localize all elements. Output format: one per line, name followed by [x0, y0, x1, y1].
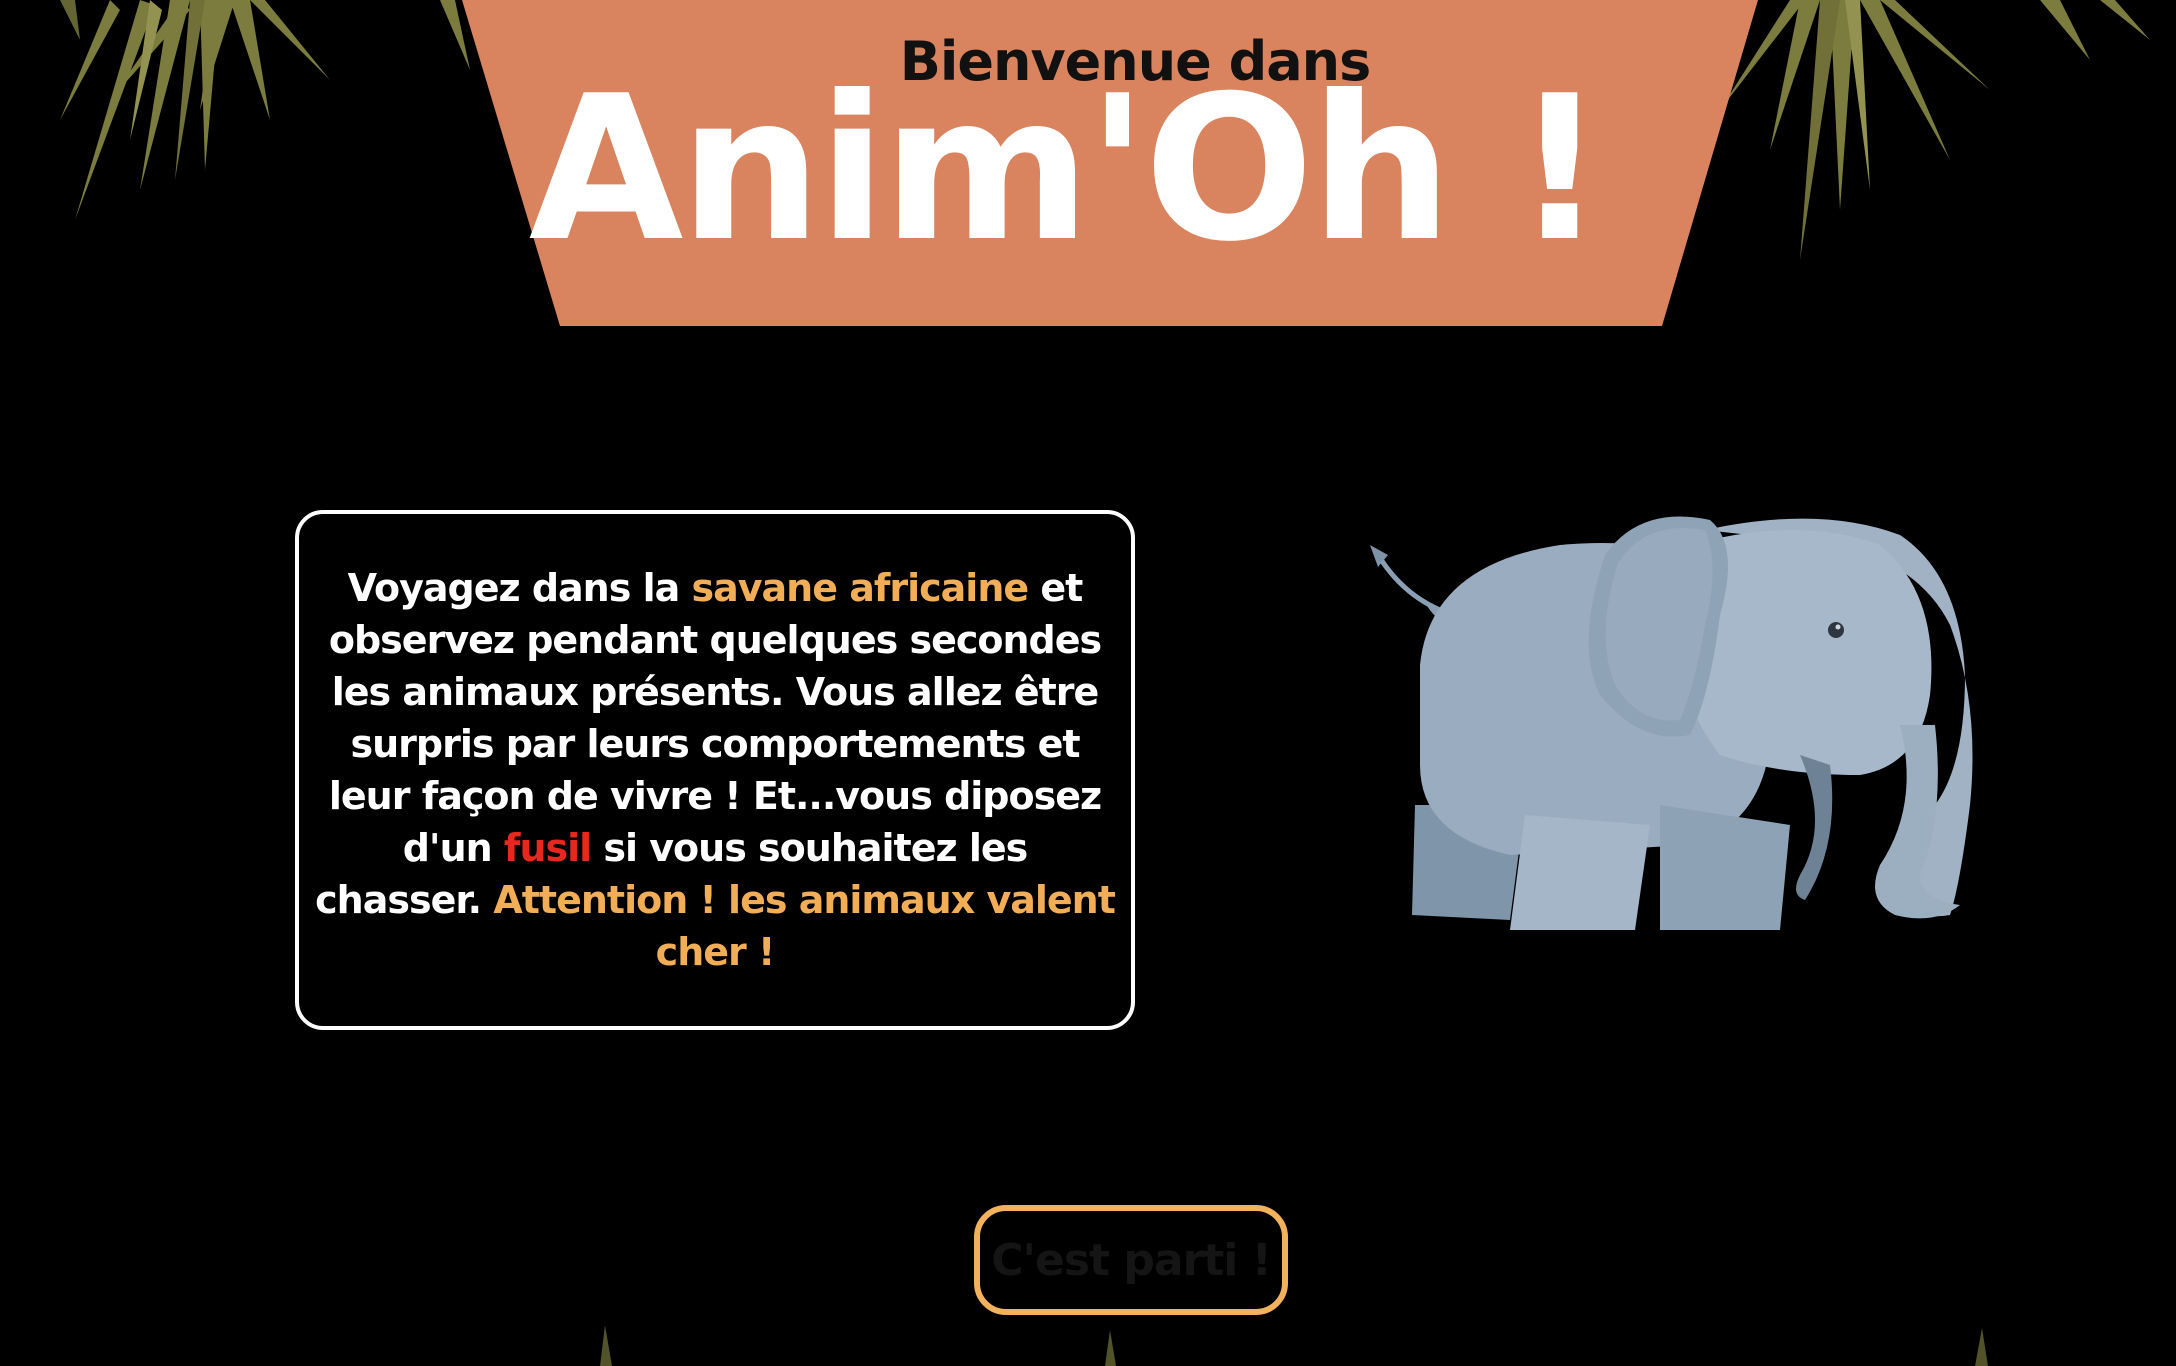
- savane-highlight: savane africaine: [691, 566, 1029, 610]
- elephant-icon[interactable]: [1360, 505, 1980, 935]
- intro-text-part1: Voyagez dans la: [347, 566, 692, 610]
- fusil-highlight: fusil: [503, 826, 592, 870]
- intro-box: Voyagez dans la savane africaine et obse…: [295, 510, 1135, 1030]
- title-banner: Bienvenue dans Anim'Oh !: [0, 0, 2176, 330]
- game-title: Anim'Oh !: [528, 53, 1606, 286]
- start-button[interactable]: C'est parti !: [974, 1205, 1288, 1315]
- game-scene: Bienvenue dans Anim'Oh ! Voyagez dans la…: [0, 0, 2176, 1366]
- intro-text-part2: et observez pendant quelques secondes le…: [328, 566, 1102, 870]
- warning-text: Attention ! les animaux valent cher !: [493, 878, 1116, 974]
- intro-text: Voyagez dans la savane africaine et obse…: [315, 562, 1116, 978]
